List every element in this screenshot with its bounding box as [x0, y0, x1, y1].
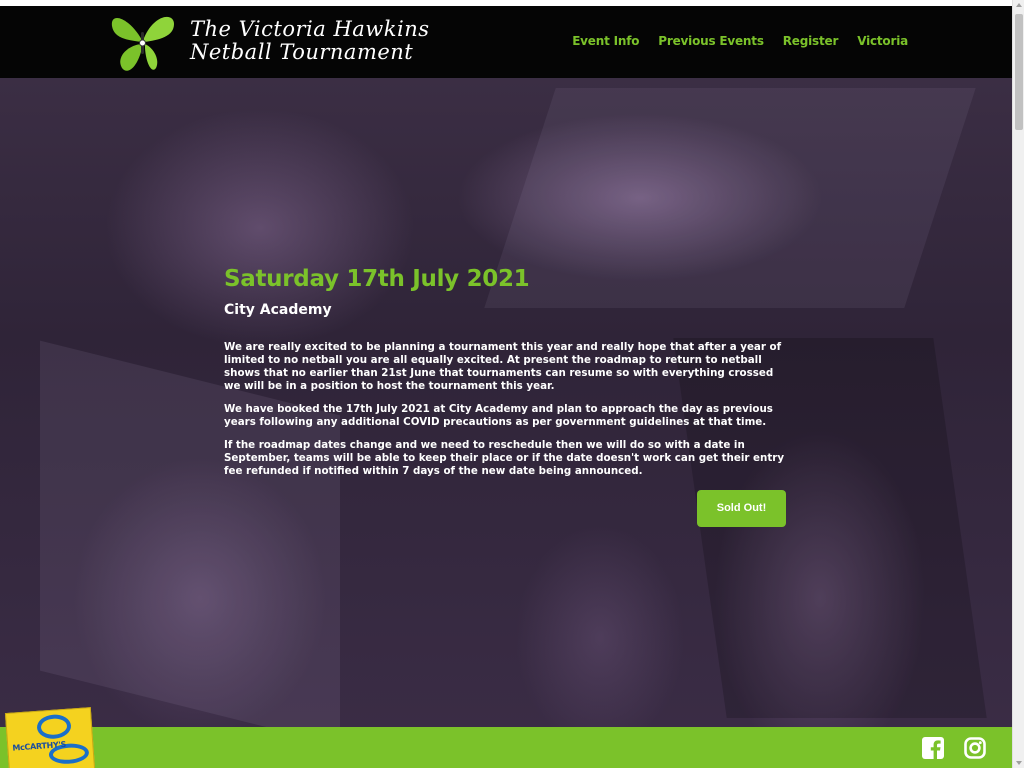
scroll-thumb[interactable] [1015, 14, 1023, 130]
nav-previous-events[interactable]: Previous Events [658, 34, 764, 48]
butterfly-icon [111, 16, 174, 71]
event-title: Saturday 17th July 2021 [224, 266, 530, 292]
logo-line-2: Netball Tournament [190, 40, 414, 64]
scroll-down-arrow-icon[interactable] [1016, 761, 1022, 765]
event-description: We are really excited to be planning a t… [224, 341, 786, 478]
site-header: The Victoria Hawkins Netball Tournament … [0, 6, 1012, 78]
page-scrollbar[interactable] [1012, 0, 1024, 768]
site-logo[interactable]: The Victoria Hawkins Netball Tournament [108, 10, 429, 76]
event-paragraph: We have booked the 17th July 2021 at Cit… [224, 403, 773, 428]
nav-victoria[interactable]: Victoria [857, 34, 908, 48]
sponsor-logo-ring [36, 713, 72, 740]
event-paragraph: We are really excited to be planning a t… [224, 341, 782, 392]
logo-line-1: The Victoria Hawkins [190, 17, 430, 41]
nav-register[interactable]: Register [783, 34, 839, 48]
main-nav: Event Info Previous Events Register Vict… [572, 34, 908, 48]
event-paragraph: If the roadmap dates change and we need … [224, 439, 785, 477]
site-footer [0, 727, 1012, 768]
logo-text: The Victoria Hawkins Netball Tournament [190, 18, 430, 64]
event-venue: City Academy [224, 302, 332, 318]
event-content: Saturday 17th July 2021 City Academy We … [224, 266, 786, 527]
sponsor-badge[interactable]: McCARTHY'S [4, 707, 96, 768]
hero-section: Saturday 17th July 2021 City Academy We … [0, 78, 1012, 727]
facebook-icon[interactable] [922, 737, 944, 759]
instagram-icon[interactable] [964, 737, 986, 759]
sold-out-button[interactable]: Sold Out! [697, 490, 786, 527]
nav-event-info[interactable]: Event Info [572, 34, 639, 48]
scroll-up-arrow-icon[interactable] [1016, 3, 1022, 7]
